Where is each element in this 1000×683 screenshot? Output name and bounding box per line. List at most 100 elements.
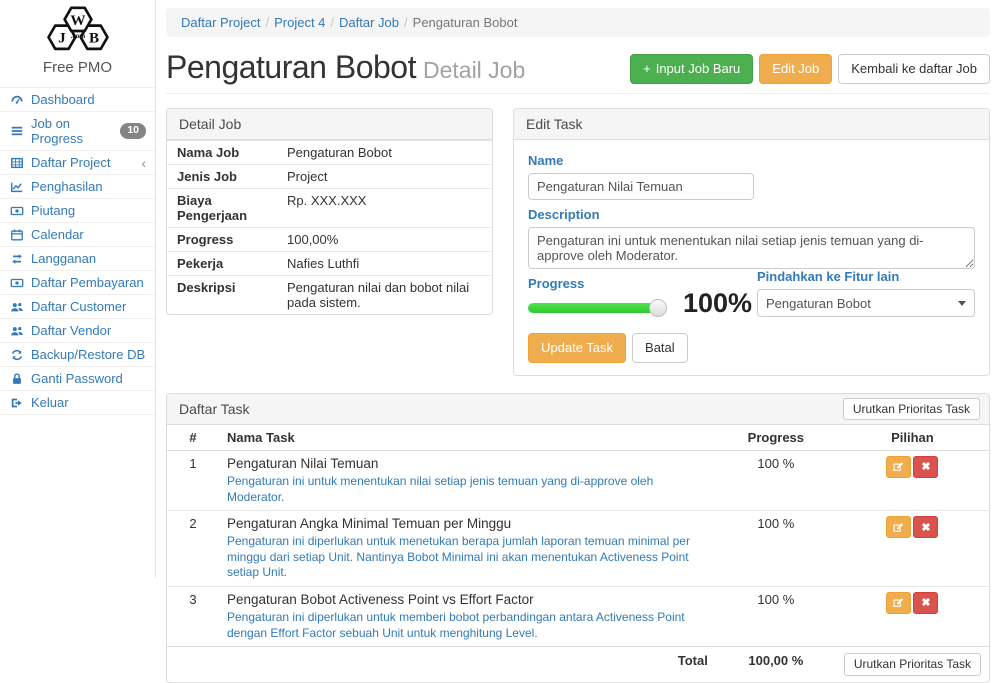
daftar-task-panel: Daftar Task Urutkan Prioritas Task # Nam… — [166, 393, 990, 683]
breadcrumb-separator: / — [404, 15, 408, 30]
task-description: Pengaturan ini diperlukan untuk memberi … — [227, 610, 708, 641]
detail-row-pekerja: Pekerja Nafies Luthfi — [167, 251, 492, 275]
sidebar-item-label: Ganti Password — [31, 371, 123, 386]
move-feature-select[interactable]: Pengaturan Bobot — [757, 289, 975, 317]
sidebar-item-label: Daftar Customer — [31, 299, 126, 314]
breadcrumb: Daftar Project/Project 4/Daftar Job/Peng… — [166, 8, 990, 37]
sidebar-item-label: Piutang — [31, 203, 75, 218]
edit-job-button[interactable]: Edit Job — [759, 54, 832, 84]
brand-logo[interactable]: W J B .com Free PMO — [0, 0, 155, 80]
sidebar-item-daftar-customer[interactable]: Daftar Customer — [0, 295, 155, 319]
task-name-cell: Pengaturan Bobot Activeness Point vs Eff… — [219, 586, 716, 646]
sidebar-item-backup-restore[interactable]: Backup/Restore DB — [0, 343, 155, 367]
task-number: 1 — [167, 450, 219, 510]
task-description-textarea[interactable]: Pengaturan ini untuk menentukan nilai se… — [528, 227, 975, 269]
breadcrumb-separator: / — [330, 15, 334, 30]
header-buttons: +Input Job Baru Edit Job Kembali ke daft… — [630, 54, 990, 84]
sidebar-item-label: Job on Progress — [31, 116, 113, 146]
update-task-button[interactable]: Update Task — [528, 333, 626, 363]
svg-text:J: J — [58, 30, 66, 47]
brand-name: Free PMO — [0, 59, 155, 76]
svg-text:.com: .com — [70, 32, 85, 40]
sidebar-item-label: Keluar — [31, 395, 69, 410]
sidebar-item-dashboard[interactable]: Dashboard — [0, 88, 155, 112]
task-name: Pengaturan Angka Minimal Temuan per Ming… — [227, 516, 708, 531]
delete-task-button[interactable]: ✖ — [913, 456, 938, 478]
description-label: Description — [528, 207, 975, 222]
task-name: Pengaturan Nilai Temuan — [227, 456, 708, 471]
list-icon — [9, 124, 24, 138]
page-title: Pengaturan Bobot — [166, 49, 416, 85]
column-header-nama-task: Nama Task — [219, 425, 716, 451]
task-table: # Nama Task Progress Pilihan 1 Pengatura… — [167, 425, 989, 682]
batal-button[interactable]: Batal — [632, 333, 688, 363]
breadcrumb-link-project-4[interactable]: Project 4 — [274, 15, 325, 30]
edit-task-panel-title: Edit Task — [514, 109, 989, 140]
task-progress: 100 % — [716, 511, 836, 587]
detail-label: Progress — [167, 228, 281, 251]
sidebar-item-ganti-password[interactable]: Ganti Password — [0, 367, 155, 391]
users-icon — [9, 324, 24, 338]
progress-slider-handle[interactable] — [649, 299, 667, 317]
money-icon — [9, 276, 24, 290]
delete-task-button[interactable]: ✖ — [913, 516, 938, 538]
count-badge: 10 — [120, 123, 146, 139]
edit-task-actions: Update Task Batal — [528, 333, 975, 363]
calendar-icon — [9, 228, 24, 242]
task-name-input[interactable] — [528, 173, 754, 200]
plus-icon: + — [643, 61, 651, 77]
total-value: 100,00 % — [716, 647, 836, 682]
delete-task-button[interactable]: ✖ — [913, 592, 938, 614]
sidebar-item-job-on-progress[interactable]: Job on Progress 10 — [0, 112, 155, 151]
task-table-header-row: # Nama Task Progress Pilihan — [167, 425, 989, 451]
svg-text:B: B — [89, 30, 99, 47]
sidebar-item-langganan[interactable]: Langganan — [0, 247, 155, 271]
progress-group: Progress 100% — [528, 269, 752, 317]
task-row: 1 Pengaturan Nilai Temuan Pengaturan ini… — [167, 450, 989, 510]
detail-label: Deskripsi — [167, 276, 281, 314]
sidebar-item-label: Daftar Pembayaran — [31, 275, 144, 290]
detail-value: Pengaturan nilai dan bobot nilai pada si… — [281, 276, 492, 314]
detail-row-deskripsi: Deskripsi Pengaturan nilai dan bobot nil… — [167, 275, 492, 314]
detail-label: Pekerja — [167, 252, 281, 275]
detail-job-panel-title: Detail Job — [167, 109, 492, 140]
task-actions-cell: ✖ — [836, 511, 989, 587]
sidebar-item-daftar-project[interactable]: Daftar Project ‹ — [0, 151, 155, 175]
detail-value: Rp. XXX.XXX — [281, 189, 372, 227]
task-table-footer-row: Total 100,00 % Urutkan Prioritas Task — [167, 647, 989, 682]
input-job-baru-button[interactable]: +Input Job Baru — [630, 54, 753, 84]
task-progress: 100 % — [716, 586, 836, 646]
urutkan-prioritas-task-button-bottom[interactable]: Urutkan Prioritas Task — [844, 653, 981, 675]
chevron-left-icon: ‹ — [141, 156, 146, 170]
edit-task-button[interactable] — [886, 456, 911, 478]
edit-task-button[interactable] — [886, 592, 911, 614]
sidebar-item-penghasilan[interactable]: Penghasilan — [0, 175, 155, 199]
sidebar-item-label: Langganan — [31, 251, 96, 266]
x-icon: ✖ — [921, 460, 930, 473]
urutkan-prioritas-task-button-top[interactable]: Urutkan Prioritas Task — [843, 398, 980, 420]
sidebar-item-daftar-pembayaran[interactable]: Daftar Pembayaran — [0, 271, 155, 295]
breadcrumb-link-daftar-project[interactable]: Daftar Project — [181, 15, 260, 30]
detail-value: Pengaturan Bobot — [281, 141, 398, 164]
progress-slider[interactable] — [528, 303, 661, 313]
sidebar-item-label: Daftar Vendor — [31, 323, 111, 338]
daftar-task-heading: Daftar Task Urutkan Prioritas Task — [167, 394, 989, 425]
sidebar-item-piutang[interactable]: Piutang — [0, 199, 155, 223]
sidebar-item-keluar[interactable]: Keluar — [0, 391, 155, 415]
kembali-ke-daftar-job-button[interactable]: Kembali ke daftar Job — [838, 54, 990, 84]
task-number: 2 — [167, 511, 219, 587]
sidebar-nav: Dashboard Job on Progress 10 Daftar Proj… — [0, 87, 155, 415]
edit-task-button[interactable] — [886, 516, 911, 538]
name-label: Name — [528, 153, 975, 168]
money-icon — [9, 204, 24, 218]
detail-label: Biaya Pengerjaan — [167, 189, 281, 227]
breadcrumb-link-daftar-job[interactable]: Daftar Job — [339, 15, 399, 30]
sidebar-item-daftar-vendor[interactable]: Daftar Vendor — [0, 319, 155, 343]
svg-text:W: W — [70, 12, 85, 29]
sidebar-item-calendar[interactable]: Calendar — [0, 223, 155, 247]
detail-value: Project — [281, 165, 333, 188]
detail-value: Nafies Luthfi — [281, 252, 365, 275]
column-header-pilihan: Pilihan — [836, 425, 989, 451]
jwb-logo-icon: W J B .com — [33, 6, 123, 56]
task-row: 3 Pengaturan Bobot Activeness Point vs E… — [167, 586, 989, 646]
